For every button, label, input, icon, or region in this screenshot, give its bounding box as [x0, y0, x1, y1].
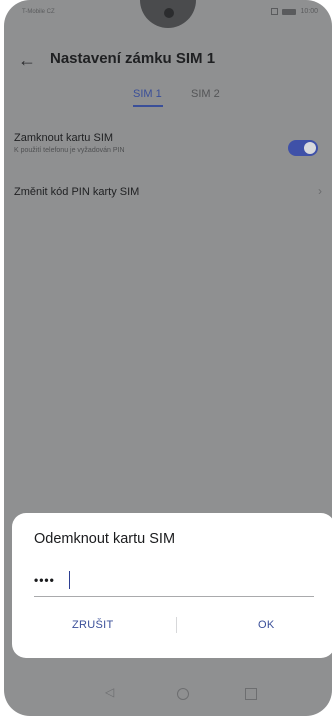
change-pin-title: Změnit kód PIN karty SIM	[14, 186, 140, 198]
front-camera	[164, 8, 174, 18]
tab-sim-1[interactable]: SIM 1	[133, 88, 162, 100]
nav-back-icon[interactable]: ◁	[105, 685, 114, 699]
toggle-knob	[304, 142, 316, 154]
tab-sim-2[interactable]: SIM 2	[191, 88, 220, 100]
sim-tabs: SIM 1 SIM 2	[4, 88, 332, 112]
chevron-right-icon: ›	[318, 184, 322, 198]
nav-home-icon[interactable]	[177, 688, 189, 700]
cancel-button[interactable]: ZRUŠIT	[72, 619, 114, 631]
lock-sim-row[interactable]: Zamknout kartu SIM K použití telefonu je…	[4, 132, 332, 172]
battery-icon	[282, 8, 297, 15]
change-pin-row[interactable]: Změnit kód PIN karty SIM ›	[4, 184, 332, 210]
nav-recents-icon[interactable]	[245, 688, 257, 700]
system-nav-bar: ◁	[4, 678, 332, 708]
text-caret	[69, 571, 70, 589]
pin-input[interactable]: ••••	[34, 568, 314, 598]
carrier-label: T-Mobile CZ	[22, 9, 55, 15]
sim-icon	[271, 8, 279, 15]
input-underline	[34, 596, 314, 597]
ok-button[interactable]: OK	[258, 619, 275, 631]
status-icons: 10:00	[271, 8, 318, 15]
status-time: 10:00	[300, 8, 318, 15]
page-title: Nastavení zámku SIM 1	[50, 50, 216, 67]
dialog-title: Odemknout kartu SIM	[34, 531, 176, 547]
lock-sim-subtitle: K použití telefonu je vyžadován PIN	[14, 147, 125, 154]
lock-sim-toggle[interactable]	[288, 140, 318, 156]
app-header: ← Nastavení zámku SIM 1	[4, 44, 332, 76]
unlock-sim-dialog: Odemknout kartu SIM •••• ZRUŠIT OK	[12, 513, 335, 658]
arrow-left-icon[interactable]: ←	[18, 50, 38, 70]
pin-input-value[interactable]: ••••	[34, 573, 55, 587]
active-tab-indicator	[133, 105, 163, 107]
lock-sim-title: Zamknout kartu SIM	[14, 132, 114, 144]
button-divider	[176, 617, 177, 633]
